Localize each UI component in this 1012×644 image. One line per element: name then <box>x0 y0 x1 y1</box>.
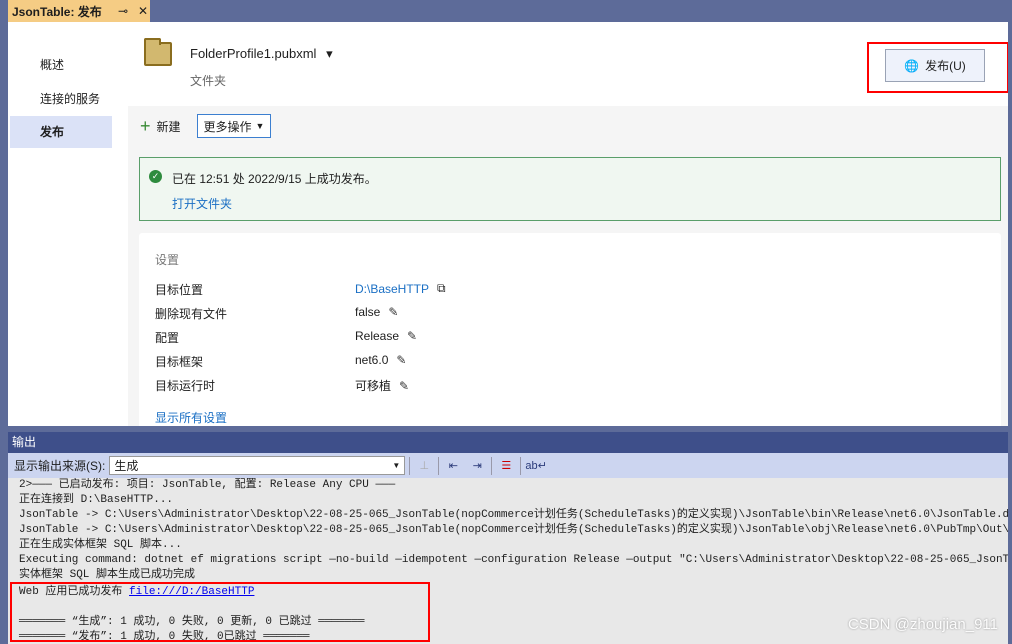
output-line: 实体框架 SQL 脚本生成已成功完成 <box>19 569 196 581</box>
setting-value: net6.0 <box>355 353 389 367</box>
output-line: 正在生成实体框架 SQL 脚本... <box>19 539 182 551</box>
close-icon[interactable]: ✕ <box>136 4 150 18</box>
profile-selector[interactable]: FolderProfile1.pubxml ▾ <box>190 46 333 62</box>
setting-target-framework: 目标框架 net6.0 ✎ <box>155 353 555 373</box>
highlight-box <box>867 42 1008 93</box>
output-toolbar: 显示输出来源(S): 生成 ▼ ⊥ ⇤ ⇥ ☰ ab↵ <box>8 453 1008 478</box>
separator <box>520 456 522 475</box>
pencil-icon[interactable]: ✎ <box>388 305 398 319</box>
left-stripe <box>0 0 8 644</box>
success-banner: ✓ 已在 12:51 处 2022/9/15 上成功发布。 打开文件夹 <box>139 157 1001 221</box>
previous-message-icon[interactable]: ⇤ <box>443 459 463 472</box>
word-wrap-icon[interactable]: ab↵ <box>525 459 546 472</box>
chevron-down-icon: ▼ <box>255 121 265 131</box>
output-panel-title: 输出 <box>8 432 1008 453</box>
next-message-icon[interactable]: ⇥ <box>467 459 487 472</box>
settings-card: 设置 目标位置 D:\BaseHTTP ⧉ 删除现有文件 false ✎ 配置 Relea… <box>139 233 1001 426</box>
output-line: 正在连接到 D:\BaseHTTP... <box>19 494 174 506</box>
document-tab-bar <box>0 0 1012 22</box>
setting-key: 目标位置 <box>155 283 204 297</box>
target-location-link[interactable]: D:\BaseHTTP <box>355 282 429 296</box>
output-source-value: 生成 <box>114 459 139 473</box>
folder-icon <box>144 38 172 66</box>
setting-key: 目标框架 <box>155 355 204 369</box>
setting-target-location: 目标位置 D:\BaseHTTP ⧉ <box>155 281 555 301</box>
output-source-label: 显示输出来源(S): <box>14 459 106 473</box>
setting-key: 删除现有文件 <box>155 307 228 321</box>
tab-title: JsonTable: 发布 <box>12 4 102 19</box>
more-actions-button[interactable]: 更多操作 ▼ <box>196 114 272 138</box>
sidebar-item-publish[interactable]: 发布 <box>10 116 112 148</box>
setting-key: 配置 <box>155 331 180 345</box>
check-circle-icon: ✓ <box>149 170 162 183</box>
profile-name: FolderProfile1.pubxml <box>190 46 317 61</box>
setting-value: false <box>355 305 381 319</box>
tab-jsontable-publish[interactable]: JsonTable: 发布 ⊸ ✕ <box>8 0 150 22</box>
copy-icon[interactable]: ⧉ <box>437 281 446 296</box>
pencil-icon[interactable]: ✎ <box>407 329 417 343</box>
setting-configuration: 配置 Release ✎ <box>155 329 555 349</box>
publish-page: 概述 连接的服务 发布 FolderProfile1.pubxml ▾ 文件夹 … <box>8 22 1008 426</box>
chevron-down-icon: ▼ <box>392 461 401 470</box>
separator <box>491 456 493 475</box>
separator <box>409 456 411 475</box>
sidebar: 概述 连接的服务 发布 <box>8 22 128 426</box>
sidebar-item-overview[interactable]: 概述 <box>10 49 112 81</box>
new-profile-button[interactable]: + 新建 <box>140 117 181 135</box>
sidebar-item-connected-services[interactable]: 连接的服务 <box>10 83 112 115</box>
watermark: CSDN @zhoujian_911 <box>847 616 998 633</box>
output-line: Executing command: dotnet ef migrations … <box>19 554 1008 566</box>
setting-key: 目标运行时 <box>155 379 216 393</box>
pin-icon[interactable]: ⊸ <box>116 4 130 18</box>
show-all-settings-link[interactable]: 显示所有设置 <box>155 409 227 426</box>
clear-all-icon[interactable]: ☰ <box>496 459 516 472</box>
setting-target-runtime: 目标运行时 可移植 ✎ <box>155 377 555 397</box>
highlight-box <box>10 582 430 642</box>
find-message-icon[interactable]: ⊥ <box>414 459 434 472</box>
profile-toolbar: + 新建 更多操作 ▼ <box>140 114 272 138</box>
setting-value: 可移植 <box>355 379 392 393</box>
chevron-down-icon: ▾ <box>326 46 333 61</box>
more-actions-label: 更多操作 <box>203 119 252 134</box>
pencil-icon[interactable]: ✎ <box>396 353 406 367</box>
output-line: JsonTable -> C:\Users\Administrator\Desk… <box>19 524 1008 536</box>
output-line: JsonTable -> C:\Users\Administrator\Desk… <box>19 509 1008 521</box>
new-label: 新建 <box>156 119 181 134</box>
output-line: 2>——— 已启动发布: 项目: JsonTable, 配置: Release … <box>19 479 396 491</box>
setting-delete-existing: 删除现有文件 false ✎ <box>155 305 555 325</box>
success-message: 已在 12:51 处 2022/9/15 上成功发布。 <box>172 172 377 186</box>
profile-type: 文件夹 <box>190 74 227 88</box>
settings-title: 设置 <box>155 253 180 267</box>
separator <box>438 456 440 475</box>
plus-icon: + <box>140 116 151 136</box>
open-folder-link[interactable]: 打开文件夹 <box>172 195 232 212</box>
output-source-select[interactable]: 生成 ▼ <box>109 456 406 475</box>
pencil-icon[interactable]: ✎ <box>399 379 409 393</box>
setting-value: Release <box>355 329 400 343</box>
